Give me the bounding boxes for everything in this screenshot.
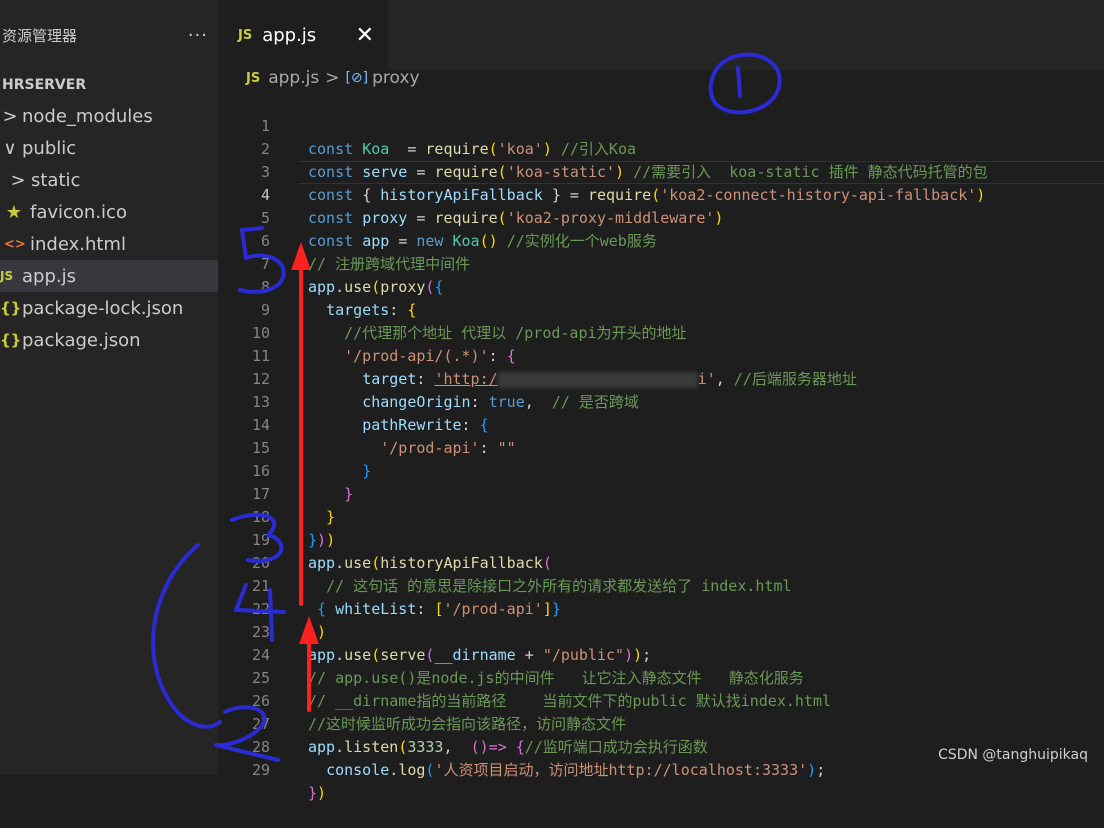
- code-line: 3 const { historyApiFallback } = require…: [218, 138, 1104, 204]
- more-actions-icon[interactable]: ···: [188, 25, 208, 46]
- code-line: 8 targets: {: [218, 253, 1104, 319]
- code-line: 26 //这时候监听成功会指向该路径，访问静态文件: [218, 667, 1104, 733]
- code-line: 12 changeOrigin: true, // 是否跨域: [218, 345, 1104, 411]
- editor-tab-bar: JS app.js ✕: [218, 0, 1104, 70]
- code-line: 2 const serve = require('koa-static') //…: [218, 115, 1104, 181]
- code-line: 14 '/prod-api': "": [218, 391, 1104, 457]
- code-line: 6 // 注册跨域代理中间件: [218, 207, 1104, 273]
- tree-item-package-json[interactable]: {} package.json: [0, 324, 218, 356]
- token: '人资项目启动，访问地址http://localhost:3333': [434, 761, 808, 779]
- tree-item-favicon[interactable]: ★ favicon.ico: [0, 196, 218, 228]
- tree-item-node-modules[interactable]: > node_modules: [0, 100, 218, 132]
- code-line-current: 4 const proxy = require('koa2-proxy-midd…: [218, 161, 1104, 227]
- token: ): [317, 784, 327, 802]
- token: ): [807, 761, 817, 779]
- tree-item-public[interactable]: ∨ public: [0, 132, 218, 164]
- js-file-icon: JS: [0, 269, 14, 283]
- code-line: 16 }: [218, 437, 1104, 503]
- code-line: 18 })): [218, 483, 1104, 549]
- token: .: [389, 761, 399, 779]
- code-line: 5 const app = new Koa() //实例化一个web服务: [218, 184, 1104, 250]
- code-line: 9 //代理那个地址 代理以 /prod-api为开头的地址: [218, 276, 1104, 342]
- tree-item-label: favicon.ico: [30, 201, 127, 223]
- explorer-title: 资源管理器: [2, 26, 78, 45]
- code-line: 25 // __dirname指的当前路径 当前文件下的public 默认找in…: [218, 644, 1104, 710]
- chevron-right-icon: >: [10, 169, 26, 191]
- tree-item-static[interactable]: > static: [0, 164, 218, 196]
- tree-item-label: package.json: [22, 329, 141, 351]
- code-line: 20 // 这句话 的意思是除接口之外所有的请求都发送给了 index.html: [218, 529, 1104, 595]
- token: log: [398, 761, 426, 779]
- tree-item-label: static: [31, 169, 81, 191]
- tree-item-package-lock[interactable]: {} package-lock.json: [0, 292, 218, 324]
- code-line: 28 console.log('人资项目启动，访问地址http://localh…: [218, 713, 1104, 779]
- symbol-variable-icon: [⊘]: [345, 70, 369, 86]
- code-line: 23 app.use(serve(__dirname + "/public"))…: [218, 598, 1104, 664]
- tree-item-label: node_modules: [22, 105, 153, 127]
- code-line: 19 app.use(historyApiFallback(: [218, 506, 1104, 572]
- json-file-icon: {}: [0, 299, 22, 317]
- code-line: 27 app.listen(3333, ()=> {//监听端口成功会执行函数: [218, 690, 1104, 756]
- breadcrumb-separator: >: [325, 68, 340, 88]
- breadcrumb-symbol[interactable]: proxy: [372, 68, 419, 88]
- explorer-sidebar: 资源管理器 ··· HRSERVER > node_modules ∨ publ…: [0, 0, 218, 775]
- project-section-title[interactable]: HRSERVER: [0, 70, 218, 100]
- js-file-icon: JS: [238, 27, 253, 43]
- tree-item-index-html[interactable]: <> index.html: [0, 228, 218, 260]
- code-line: 22 )): [218, 575, 1104, 641]
- tree-item-app-js[interactable]: JS app.js: [0, 260, 218, 292]
- explorer-header: 资源管理器 ···: [0, 0, 218, 70]
- tree-item-label: public: [22, 137, 77, 159]
- code-line: 21 { whiteList: ['/prod-api']}: [218, 552, 1104, 618]
- code-editor[interactable]: 1 const Koa = require('koa') //引入Koa 2 c…: [218, 92, 1104, 802]
- tree-item-label: app.js: [22, 265, 76, 287]
- chevron-down-icon: ∨: [3, 137, 17, 159]
- chevron-right-icon: >: [2, 105, 18, 127]
- tree-item-label: index.html: [30, 233, 126, 255]
- breadcrumb-file[interactable]: app.js: [268, 68, 319, 88]
- token: console: [326, 761, 390, 779]
- code-line: 15 }: [218, 414, 1104, 480]
- code-line: 7 app.use(proxy({: [218, 230, 1104, 296]
- code-line: 24 // app.use()是node.js的中间件 让它注入静态文件 静态化…: [218, 621, 1104, 687]
- close-icon[interactable]: ✕: [356, 23, 374, 48]
- token: ;: [816, 761, 826, 779]
- csdn-watermark: CSDN @tanghuipikaq: [938, 747, 1088, 763]
- code-line: 11 target: 'http:/i', //后端服务器地址: [218, 322, 1104, 388]
- json-file-icon: {}: [0, 331, 22, 349]
- tree-item-label: package-lock.json: [22, 297, 184, 319]
- code-line: 1 const Koa = require('koa') //引入Koa: [218, 92, 1104, 158]
- js-file-icon: JS: [246, 70, 261, 86]
- star-file-icon: ★: [5, 201, 23, 223]
- breadcrumb: JS app.js > [⊘] proxy: [218, 64, 420, 92]
- tab-label: app.js: [262, 24, 317, 46]
- code-line: 13 pathRewrite: {: [218, 368, 1104, 434]
- html-file-icon: <>: [4, 236, 26, 252]
- line-number: 29: [251, 761, 270, 779]
- code-line: 17 }: [218, 460, 1104, 526]
- token: }: [308, 784, 318, 802]
- tab-app-js[interactable]: JS app.js ✕: [218, 0, 388, 70]
- code-line: 10 '/prod-api/(.*)': {: [218, 299, 1104, 365]
